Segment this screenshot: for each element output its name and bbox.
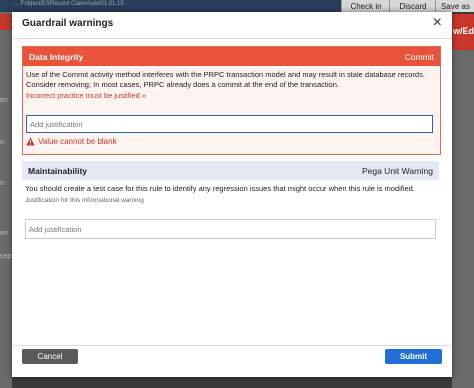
- background-left-panel: en n n en ceps: [0, 12, 15, 388]
- background-breadcrumb: ... Fobject/ESRecord ClaimAuto/01.01.15: [14, 1, 124, 7]
- background-right-banner: w/Ed: [452, 14, 474, 50]
- background-discard-button: Discard: [389, 0, 436, 12]
- justification-field-label: Justification for this informational war…: [25, 197, 144, 204]
- validation-error: Value cannot be blank: [26, 137, 117, 146]
- background-red-banner: [0, 14, 12, 30]
- title-divider: [12, 38, 452, 39]
- background-right-panel: [452, 50, 474, 388]
- warning-card-maintainability: Maintainability Pega Unit Warning You sh…: [22, 161, 439, 239]
- warning-type: Pega Unit Warning: [361, 165, 433, 176]
- close-icon[interactable]: ×: [433, 15, 442, 31]
- warning-type: Commit: [404, 51, 434, 62]
- justification-required-link[interactable]: Incorrect practice must be justified »: [23, 90, 440, 101]
- submit-button[interactable]: Submit: [385, 349, 442, 364]
- footer-divider: [12, 345, 452, 346]
- warning-category: Data Integrity: [29, 51, 84, 62]
- warning-header: Data Integrity Commit: [23, 47, 440, 66]
- cancel-button[interactable]: Cancel: [22, 349, 78, 364]
- background-left-text: en: [0, 97, 8, 104]
- guardrail-warnings-dialog: Guardrail warnings × Data Integrity Comm…: [12, 12, 452, 377]
- warning-message: You should create a test case for this r…: [25, 184, 415, 193]
- warning-header: Maintainability Pega Unit Warning: [22, 161, 439, 180]
- warning-message: Use of the Commit activity method interf…: [26, 70, 425, 89]
- background-left-text: n: [0, 180, 4, 187]
- error-text: Value cannot be blank: [38, 137, 117, 146]
- warning-card-data-integrity: Data Integrity Commit Use of the Commit …: [22, 46, 441, 155]
- justification-input[interactable]: [26, 115, 433, 133]
- background-left-text: n: [0, 139, 4, 146]
- background-saveas-button: Save as: [435, 0, 474, 12]
- background-right-banner-text: w/Ed: [453, 26, 474, 36]
- justification-input[interactable]: [25, 219, 436, 239]
- background-left-text: en: [0, 230, 8, 237]
- dialog-title: Guardrail warnings: [22, 18, 114, 29]
- background-checkin-button: Check in: [341, 0, 390, 12]
- warning-triangle-icon: [26, 137, 35, 146]
- warning-category: Maintainability: [28, 165, 88, 176]
